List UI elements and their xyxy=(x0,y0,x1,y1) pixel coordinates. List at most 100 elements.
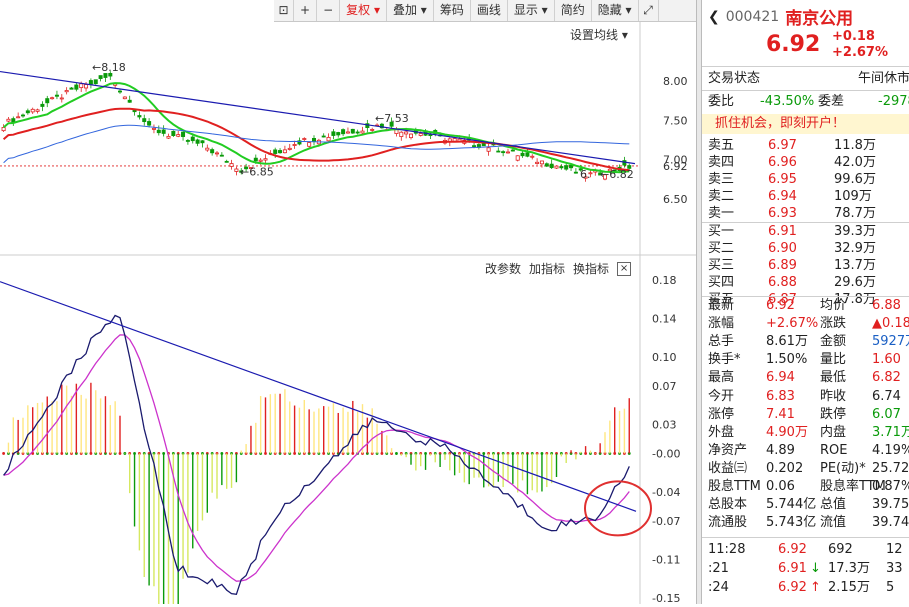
tick-price: 6.91 xyxy=(778,561,807,576)
stat-value: 6.94 xyxy=(766,370,795,386)
level-volume: 11.8万 xyxy=(834,138,876,153)
buys-row[interactable]: 买二 6.90 32.9万 xyxy=(702,240,909,257)
stat-label: 跌停 xyxy=(820,406,847,422)
candle-body xyxy=(554,165,559,169)
candle-body xyxy=(573,171,578,174)
macd-tick-label: -0.11 xyxy=(652,553,680,566)
candle-body xyxy=(74,84,79,90)
candle-body xyxy=(350,128,355,134)
stat-label: 最高 xyxy=(708,370,735,386)
level-price: 6.90 xyxy=(768,241,797,256)
stat-label: ROE xyxy=(820,442,848,458)
tick-arrow: ↓ xyxy=(810,561,821,576)
stat-label: 收益㈢ xyxy=(708,460,748,476)
candle-body xyxy=(59,97,64,100)
candle-body xyxy=(549,163,554,169)
candle-body xyxy=(30,108,35,113)
stat-label: 换手* xyxy=(708,352,741,368)
change-value: +0.18 xyxy=(832,29,875,44)
buys-row[interactable]: 买三 6.89 13.7万 xyxy=(702,257,909,274)
stat-value: ▲0.18 xyxy=(872,316,909,332)
stat-label: 总股本 xyxy=(708,497,748,513)
sells-row[interactable]: 卖一 6.93 78.7万 xyxy=(702,205,909,222)
toolbar-button-5[interactable]: 筹码 xyxy=(434,0,471,21)
stat-value: +2.67% xyxy=(766,316,819,332)
stat-label: 最低 xyxy=(820,370,847,386)
toolbar-button-7[interactable]: 显示 ▾ xyxy=(508,0,555,21)
lock-icon[interactable]: ⊡ xyxy=(274,0,294,21)
level-volume: 78.7万 xyxy=(834,206,876,221)
chart-area[interactable]: 8.00 7.50 7.00 6.92 6.50 ←8.18 ←7.53 ←6.85 6. ←6.… xyxy=(0,22,696,607)
candle-body xyxy=(25,110,30,114)
toolbar-button-4[interactable]: 叠加 ▾ xyxy=(387,0,434,21)
toolbar-button-3[interactable]: 复权 ▾ xyxy=(340,0,387,21)
macd-zero-dot xyxy=(2,452,5,455)
candle-body xyxy=(185,140,190,142)
candle-body xyxy=(195,139,200,144)
stat-value: 39.75亿 xyxy=(872,497,909,513)
level-price: 6.95 xyxy=(768,172,797,187)
tick-time: :21 xyxy=(708,561,729,576)
status-value: 午间休市 xyxy=(858,71,909,86)
candle-body xyxy=(176,134,181,137)
last-price: 6.92 xyxy=(766,32,821,57)
toolbar-button-9[interactable]: 隐藏 ▾ xyxy=(592,0,639,21)
sells-row[interactable]: 卖三 6.95 99.6万 xyxy=(702,171,909,188)
candle-body xyxy=(544,163,549,167)
candle-body xyxy=(341,129,346,135)
kline-macd-chart: 8.007.507.006.926.50←8.18←7.53←6.85 6. ←6.… xyxy=(0,22,696,607)
toolbar-button-8[interactable]: 简约 xyxy=(555,0,592,21)
highlight-circle xyxy=(584,480,652,537)
open-account-banner[interactable]: 抓住机会，即刻开户！ xyxy=(702,114,909,134)
buys-row[interactable]: 买四 6.88 29.6万 xyxy=(702,274,909,291)
candle-body xyxy=(151,127,156,130)
candle-body xyxy=(137,115,142,118)
candle-body xyxy=(205,147,210,151)
buys-row[interactable]: 买一 6.91 39.3万 xyxy=(702,223,909,240)
candle-body xyxy=(147,121,152,126)
ma-settings-button[interactable]: 设置均线 ▾ xyxy=(570,26,628,43)
candle-body xyxy=(190,136,195,142)
sells-row[interactable]: 卖四 6.96 42.0万 xyxy=(702,154,909,171)
level-label: 卖一 xyxy=(708,206,735,221)
stat-label: PE(动)* xyxy=(820,460,866,476)
stat-label: 涨停 xyxy=(708,406,735,422)
level-volume: 32.9万 xyxy=(834,241,876,256)
sells-row[interactable]: 卖二 6.94 109万 xyxy=(702,188,909,205)
arrow-left-icon[interactable]: ❮ xyxy=(708,9,720,25)
candle-body xyxy=(399,131,404,137)
stat-row: 总手 8.61万金额 5927万 xyxy=(708,333,909,351)
stat-value: 8.61万 xyxy=(766,334,808,350)
price-annotation: ←7.53 xyxy=(375,112,409,125)
switch-indicator-button[interactable]: 换指标 xyxy=(573,260,609,277)
candle-body xyxy=(122,96,127,100)
candle-body xyxy=(1,127,6,132)
toolbar-button-6[interactable]: 画线 xyxy=(471,0,508,21)
close-icon[interactable]: × xyxy=(617,261,632,276)
level-label: 买四 xyxy=(708,275,735,290)
stat-label: 金额 xyxy=(820,334,847,350)
toolbar-button-2[interactable]: − xyxy=(317,0,341,21)
level-volume: 39.3万 xyxy=(834,224,876,239)
candle-body xyxy=(311,137,316,142)
candle-body xyxy=(6,118,11,122)
candle-body xyxy=(181,131,186,137)
tick-count: 5 xyxy=(886,580,895,595)
candle-body xyxy=(224,160,229,163)
level-label: 卖三 xyxy=(708,172,735,187)
stat-label: 均价 xyxy=(820,298,847,313)
indicator-buttons: 改参数 加指标 换指标 × xyxy=(485,260,632,277)
add-indicator-button[interactable]: 加指标 xyxy=(529,260,565,277)
stat-row: 涨停 7.41 跌停 6.07 xyxy=(708,406,909,424)
candle-body xyxy=(307,142,312,147)
candle-body xyxy=(510,149,515,152)
candle-body xyxy=(472,145,477,148)
expand-icon[interactable]: ⤢ xyxy=(639,0,659,21)
stat-value: 1.60 xyxy=(872,352,901,368)
candle-body xyxy=(258,159,263,162)
toolbar-button-1[interactable]: + xyxy=(294,0,318,21)
sells-row[interactable]: 卖五 6.97 11.8万 xyxy=(702,137,909,154)
stat-row: 总股本 5.744亿总值 39.75亿 xyxy=(708,496,909,514)
edit-params-button[interactable]: 改参数 xyxy=(485,260,521,277)
stat-value: 0.202 xyxy=(766,460,804,476)
